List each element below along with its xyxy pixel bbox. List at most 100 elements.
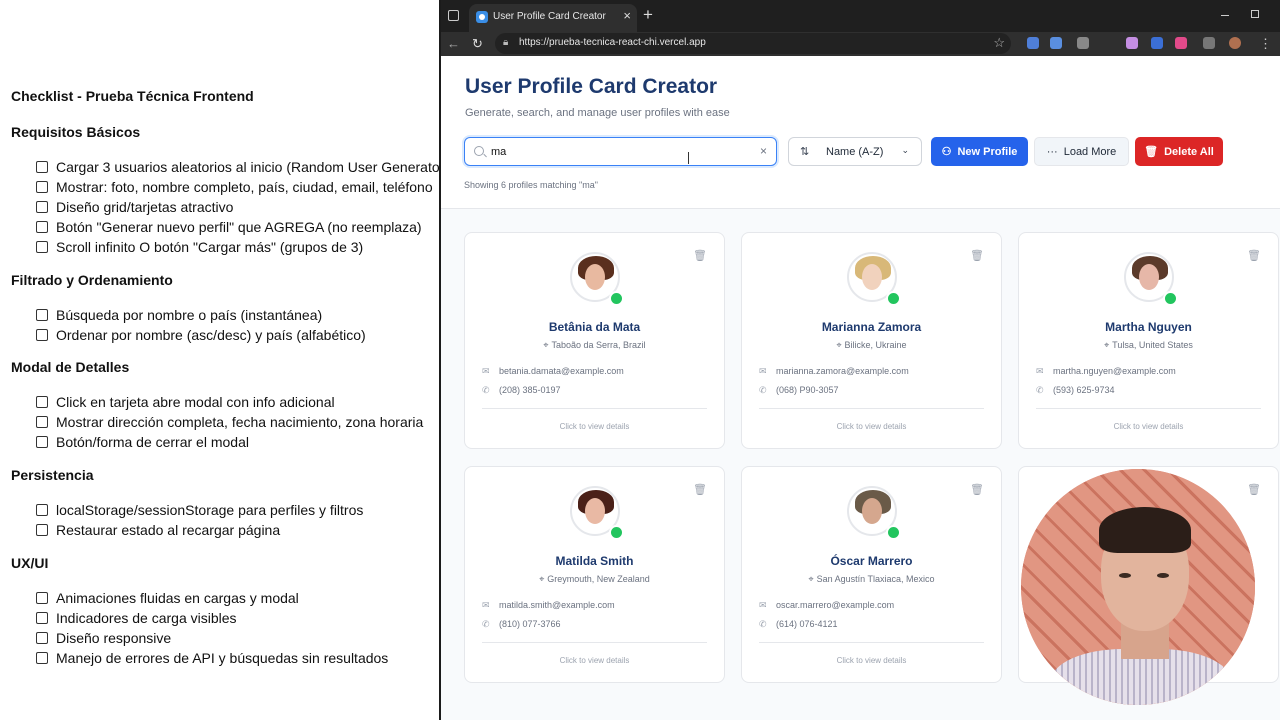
email-text: marianna.zamora@example.com bbox=[776, 366, 909, 376]
menu-dots-icon[interactable]: ⋮ bbox=[1259, 36, 1272, 52]
profile-name: Matilda Smith bbox=[555, 554, 634, 568]
location-text: Greymouth, New Zealand bbox=[547, 574, 650, 584]
profile-card[interactable]: 🗑︎ Martha Nguyen ⌖ Tulsa, United States ✉ mar… bbox=[1018, 232, 1279, 449]
checkbox[interactable] bbox=[36, 309, 48, 321]
extension-icon[interactable] bbox=[1077, 37, 1089, 49]
close-tab-icon[interactable]: × bbox=[623, 8, 631, 23]
profile-card[interactable]: 🗑︎ Matilda Smith ⌖ Greymouth, New Zealand ✉ m… bbox=[464, 466, 725, 683]
email-text: betania.damata@example.com bbox=[499, 366, 624, 376]
translate-icon[interactable] bbox=[1050, 37, 1062, 49]
checkbox[interactable] bbox=[36, 241, 48, 253]
delete-profile-icon[interactable]: 🗑︎ bbox=[970, 249, 984, 262]
refresh-icon[interactable]: ↻ bbox=[472, 36, 483, 52]
checklist-item[interactable]: Scroll infinito O botón "Cargar más" (gr… bbox=[11, 237, 440, 257]
minimize-icon[interactable] bbox=[1221, 15, 1229, 16]
card-divider bbox=[759, 642, 984, 643]
location-pin-icon: ⌖ bbox=[1104, 340, 1110, 350]
button-label: New Profile bbox=[957, 145, 1018, 158]
favorite-star-icon[interactable]: ☆ bbox=[993, 35, 1005, 51]
checklist-item[interactable]: Botón/forma de cerrar el modal bbox=[11, 432, 440, 452]
checkbox[interactable] bbox=[36, 161, 48, 173]
profile-avatar-icon[interactable] bbox=[1229, 37, 1241, 49]
checkbox[interactable] bbox=[36, 201, 48, 213]
checklist-item[interactable]: Animaciones fluidas en cargas y modal bbox=[11, 588, 440, 608]
profile-location: ⌖ Bilicke, Ukraine bbox=[742, 340, 1001, 351]
checkbox[interactable] bbox=[36, 504, 48, 516]
checklist-item[interactable]: Ordenar por nombre (asc/desc) y país (al… bbox=[11, 325, 440, 345]
checklist-item[interactable]: Diseño grid/tarjetas atractivo bbox=[11, 197, 440, 217]
checkbox[interactable] bbox=[36, 416, 48, 428]
browser-tab[interactable]: User Profile Card Creator × bbox=[469, 4, 637, 32]
profile-card[interactable]: 🗑︎ Marianna Zamora ⌖ Bilicke, Ukraine ✉ maria… bbox=[741, 232, 1002, 449]
checklist-title: Checklist - Prueba Técnica Frontend bbox=[11, 88, 254, 104]
profile-card[interactable]: 🗑︎ Betânia da Mata ⌖ Taboão da Serra, Brazi… bbox=[464, 232, 725, 449]
checklist-item[interactable]: Indicadores de carga visibles bbox=[11, 608, 440, 628]
location-pin-icon: ⌖ bbox=[539, 574, 545, 584]
avatar-face bbox=[862, 498, 882, 524]
checklist-item[interactable]: Restaurar estado al recargar página bbox=[11, 520, 440, 540]
profile-location: ⌖ San Agustín Tlaxiaca, Mexico bbox=[742, 574, 1001, 585]
checklist-item[interactable]: Diseño responsive bbox=[11, 628, 440, 648]
delete-profile-icon[interactable]: 🗑︎ bbox=[970, 483, 984, 496]
checkbox[interactable] bbox=[36, 436, 48, 448]
checkbox[interactable] bbox=[36, 632, 48, 644]
search-input[interactable] bbox=[491, 143, 741, 161]
extension-icon[interactable] bbox=[1175, 37, 1187, 49]
item-label: Botón/forma de cerrar el modal bbox=[56, 434, 249, 450]
results-count: Showing 6 profiles matching "ma" bbox=[464, 180, 598, 190]
profile-card[interactable]: 🗑︎ Óscar Marrero ⌖ San Agustín Tlaxiaca, Me… bbox=[741, 466, 1002, 683]
clear-search-icon[interactable]: × bbox=[760, 144, 767, 158]
profile-phone: ✆ (068) P90-3057 bbox=[759, 385, 839, 396]
extension-icon[interactable] bbox=[1126, 37, 1138, 49]
location-text: Taboão da Serra, Brazil bbox=[551, 340, 646, 350]
card-divider bbox=[1036, 408, 1261, 409]
lock-icon[interactable]: 🔒︎ bbox=[503, 37, 508, 48]
checklist-item[interactable]: localStorage/sessionStorage para perfile… bbox=[11, 500, 440, 520]
checkbox[interactable] bbox=[36, 652, 48, 664]
back-icon[interactable]: ← bbox=[447, 36, 460, 51]
view-details-hint: Click to view details bbox=[836, 422, 907, 431]
checklist-item[interactable]: Búsqueda por nombre o país (instantánea) bbox=[11, 305, 440, 325]
checkbox[interactable] bbox=[36, 181, 48, 193]
checklist-item[interactable]: Mostrar dirección completa, fecha nacimi… bbox=[11, 412, 440, 432]
checklist-item[interactable]: Cargar 3 usuarios aleatorios al inicio (… bbox=[11, 157, 440, 177]
profile-name: Martha Nguyen bbox=[1105, 320, 1192, 334]
delete-profile-icon[interactable]: 🗑︎ bbox=[1247, 249, 1261, 262]
checklist-section-filter: Filtrado y Ordenamiento Búsqueda por nom… bbox=[11, 272, 440, 345]
extension-icon[interactable] bbox=[1027, 37, 1039, 49]
extensions-puzzle-icon[interactable] bbox=[1203, 37, 1215, 49]
checklist-item[interactable]: Click en tarjeta abre modal con info adi… bbox=[11, 392, 440, 412]
checklist-item[interactable]: Mostrar: foto, nombre completo, país, ci… bbox=[11, 177, 440, 197]
mail-icon: ✉ bbox=[759, 366, 767, 376]
checkbox[interactable] bbox=[36, 329, 48, 341]
view-details-hint: Click to view details bbox=[559, 656, 630, 665]
url-field[interactable]: 🔒︎ https://prueba-tecnica-react-chi.verc… bbox=[495, 33, 1011, 54]
delete-profile-icon[interactable]: 🗑︎ bbox=[693, 483, 707, 496]
delete-all-button[interactable]: 🗑︎ Delete All bbox=[1135, 137, 1223, 166]
tab-actions-icon[interactable] bbox=[448, 10, 459, 21]
search-box[interactable]: × bbox=[464, 137, 777, 166]
item-label: Animaciones fluidas en cargas y modal bbox=[56, 590, 299, 606]
maximize-icon[interactable] bbox=[1251, 10, 1259, 18]
new-profile-button[interactable]: ⚇ New Profile bbox=[931, 137, 1028, 166]
checkbox[interactable] bbox=[36, 396, 48, 408]
checklist-item[interactable]: Manejo de errores de API y búsquedas sin… bbox=[11, 648, 440, 668]
new-tab-icon[interactable]: + bbox=[643, 5, 653, 25]
profile-location: ⌖ Taboão da Serra, Brazil bbox=[465, 340, 724, 351]
extension-icon[interactable] bbox=[1151, 37, 1163, 49]
checkbox[interactable] bbox=[36, 612, 48, 624]
phone-text: (068) P90-3057 bbox=[776, 385, 839, 395]
delete-profile-icon[interactable]: 🗑︎ bbox=[693, 249, 707, 262]
item-label: Mostrar: foto, nombre completo, país, ci… bbox=[56, 179, 433, 195]
load-more-button[interactable]: ··· Load More bbox=[1034, 137, 1129, 166]
checkbox[interactable] bbox=[36, 524, 48, 536]
mail-icon: ✉ bbox=[482, 600, 490, 610]
checklist-item[interactable]: Botón "Generar nuevo perfil" que AGREGA … bbox=[11, 217, 440, 237]
item-label: Botón "Generar nuevo perfil" que AGREGA … bbox=[56, 219, 422, 235]
checkbox[interactable] bbox=[36, 221, 48, 233]
sort-select[interactable]: ⇅ Name (A-Z) ⌄ bbox=[788, 137, 922, 166]
online-status-icon bbox=[609, 291, 624, 306]
checkbox[interactable] bbox=[36, 592, 48, 604]
section-heading: Persistencia bbox=[11, 467, 94, 483]
card-divider bbox=[482, 642, 707, 643]
